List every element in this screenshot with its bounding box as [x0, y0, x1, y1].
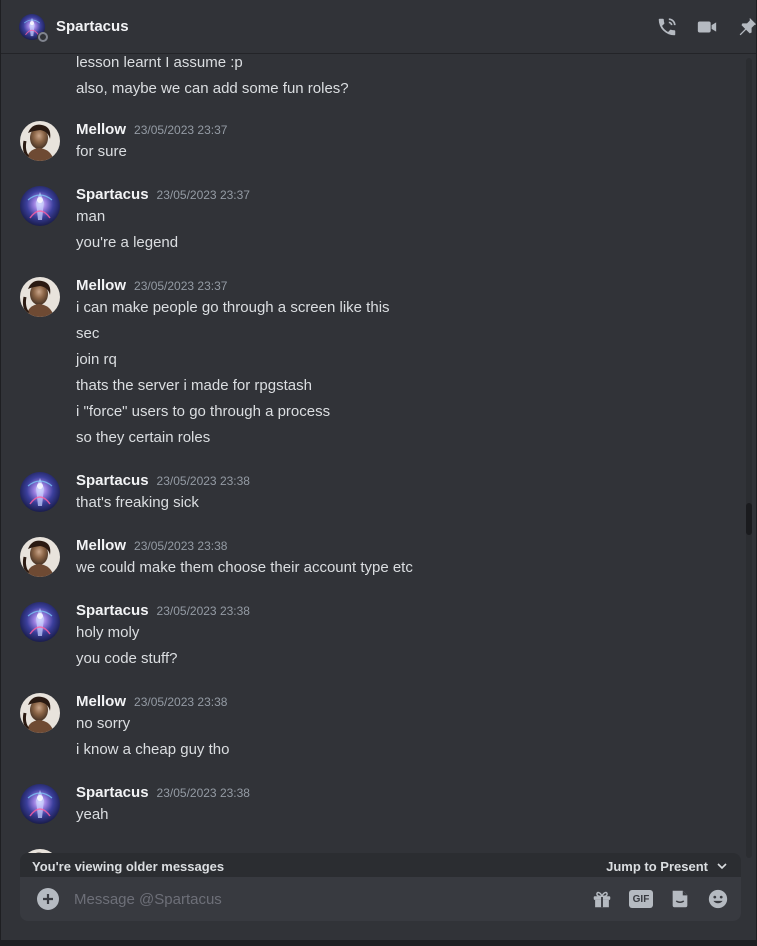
timestamp: 23/05/2023 23:37: [134, 279, 228, 293]
jump-to-present-label: Jump to Present: [606, 858, 708, 874]
message-text: sec: [76, 325, 100, 342]
message-text: join rq: [76, 351, 117, 368]
message-header: Spartacus 23/05/2023 23:38: [76, 602, 250, 619]
author-name[interactable]: Mellow: [76, 537, 126, 554]
spartacus-avatar[interactable]: [20, 472, 60, 512]
message-text: for sure: [76, 143, 127, 160]
spartacus-avatar[interactable]: [20, 784, 60, 824]
window-bottom-edge: [1, 940, 756, 946]
phone-call-icon[interactable]: [656, 16, 678, 38]
message-text: i "force" users to go through a process: [76, 403, 331, 420]
mellow-avatar[interactable]: [20, 277, 60, 317]
older-messages-bar: You're viewing older messages Jump to Pr…: [20, 853, 741, 879]
sticker-icon[interactable]: [669, 888, 691, 910]
author-name[interactable]: Spartacus: [76, 186, 149, 203]
jump-to-present-button[interactable]: Jump to Present: [606, 859, 728, 874]
add-icon[interactable]: [37, 888, 59, 910]
video-camera-icon[interactable]: [696, 16, 718, 38]
older-messages-text: You're viewing older messages: [32, 858, 225, 874]
mellow-avatar[interactable]: [20, 693, 60, 733]
message-header: Mellow 23/05/2023 23:37: [76, 277, 227, 294]
message-text: also, maybe we can add some fun roles?: [76, 80, 349, 97]
author-name[interactable]: Spartacus: [76, 784, 149, 801]
message-text: holy moly: [76, 624, 140, 641]
message-text: thats the server i made for rpgstash: [76, 377, 312, 394]
channel-header: Spartacus: [1, 0, 757, 54]
message-header: Mellow 23/05/2023 23:38: [76, 537, 227, 554]
pin-icon[interactable]: [736, 16, 757, 38]
message-header: Spartacus 23/05/2023 23:37: [76, 186, 250, 203]
timestamp: 23/05/2023 23:38: [156, 604, 250, 618]
header-title[interactable]: Spartacus: [56, 18, 129, 35]
timestamp: 23/05/2023 23:37: [134, 123, 228, 137]
timestamp: 23/05/2023 23:38: [156, 786, 250, 800]
dm-window: Spartacus lesson learnt I assume :p also…: [0, 0, 757, 946]
message-text: yeah: [76, 806, 109, 823]
scrollbar-thumb[interactable]: [746, 503, 752, 535]
timestamp: 23/05/2023 23:38: [156, 474, 250, 488]
spartacus-avatar[interactable]: [20, 186, 60, 226]
timestamp: 23/05/2023 23:37: [156, 188, 250, 202]
gift-icon[interactable]: [591, 888, 613, 910]
spartacus-avatar[interactable]: [20, 602, 60, 642]
message-header: Mellow 23/05/2023 23:38: [76, 693, 227, 710]
timestamp: 23/05/2023 23:38: [134, 695, 228, 709]
chevron-down-icon: [717, 863, 727, 870]
timestamp: 23/05/2023 23:38: [134, 539, 228, 553]
gif-icon[interactable]: GIF: [629, 890, 653, 908]
message-text: man: [76, 208, 106, 225]
author-name[interactable]: Spartacus: [76, 602, 149, 619]
message-composer: GIF: [20, 877, 741, 921]
message-text: i know a cheap guy tho: [76, 741, 230, 758]
author-name[interactable]: Mellow: [76, 693, 126, 710]
composer-toolbar: GIF: [591, 888, 729, 910]
mellow-avatar[interactable]: [20, 537, 60, 577]
author-name[interactable]: Mellow: [76, 277, 126, 294]
message-text: that's freaking sick: [76, 494, 199, 511]
message-list: lesson learnt I assume :p also, maybe we…: [1, 54, 741, 864]
message-input[interactable]: [74, 890, 574, 908]
message-text: you code stuff?: [76, 650, 178, 667]
message-text: so they certain roles: [76, 429, 211, 446]
author-name[interactable]: Mellow: [76, 121, 126, 138]
mellow-avatar[interactable]: [20, 121, 60, 161]
message-header: Spartacus 23/05/2023 23:38: [76, 472, 250, 489]
header-toolbar: [656, 16, 757, 38]
message-text: lesson learnt I assume :p: [76, 54, 243, 71]
status-offline-icon: [37, 31, 48, 43]
author-name[interactable]: Spartacus: [76, 472, 149, 489]
message-text: no sorry: [76, 715, 131, 732]
header-avatar[interactable]: [19, 14, 48, 43]
message-text: we could make them choose their account …: [76, 559, 413, 576]
message-text: i can make people go through a screen li…: [76, 299, 390, 316]
emoji-icon[interactable]: [707, 888, 729, 910]
scrollbar-track[interactable]: [746, 58, 752, 858]
message-header: Mellow 23/05/2023 23:37: [76, 121, 227, 138]
message-header: Spartacus 23/05/2023 23:38: [76, 784, 250, 801]
message-text: you're a legend: [76, 234, 179, 251]
